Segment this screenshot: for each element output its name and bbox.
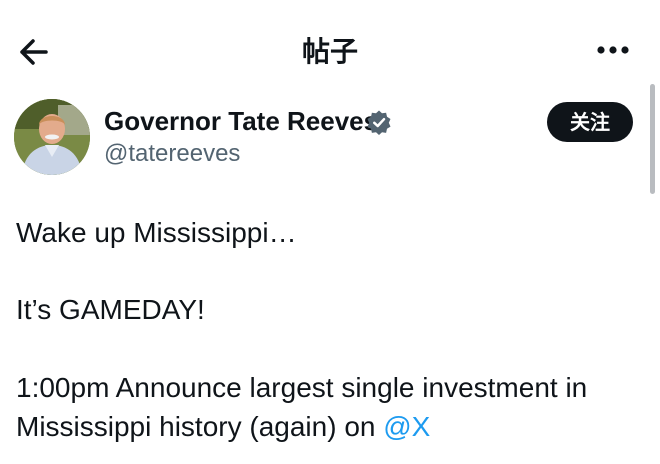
- author-handle[interactable]: @tatereeves: [104, 140, 240, 168]
- avatar[interactable]: [14, 99, 90, 175]
- tweet-text-line-4-body: Mississippi history (again) on: [16, 411, 384, 442]
- mention-link[interactable]: @X: [383, 411, 430, 442]
- scrollbar[interactable]: [650, 84, 655, 194]
- verified-badge-icon: [366, 109, 392, 135]
- top-bar: 帖子: [0, 0, 660, 96]
- tweet-text-line-4: Mississippi history (again) on @X: [16, 411, 430, 443]
- more-horizontal-icon: [597, 46, 629, 54]
- post-detail-screen: 帖子 Governor Tate Reeves @tatereeves 关注 W…: [0, 0, 660, 464]
- tweet-text-line-3: 1:00pm Announce largest single investmen…: [16, 372, 588, 403]
- page-title: 帖子: [301, 35, 358, 68]
- follow-button[interactable]: 关注: [547, 102, 633, 142]
- more-options-button[interactable]: [592, 36, 636, 64]
- profile-photo: [14, 99, 90, 175]
- tweet-text-line-1: Wake up Mississippi…: [16, 217, 297, 248]
- author-name[interactable]: Governor Tate Reeves: [104, 106, 378, 137]
- tweet-text-line-2: It’s GAMEDAY!: [16, 294, 205, 325]
